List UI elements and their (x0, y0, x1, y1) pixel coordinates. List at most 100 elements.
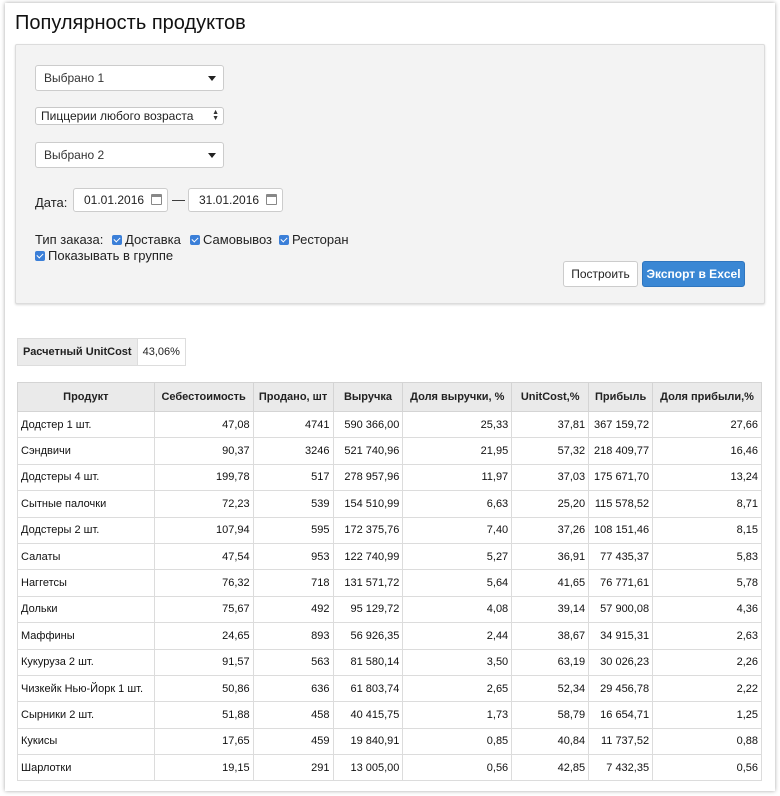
checkbox-checked-icon[interactable] (112, 234, 122, 245)
table-row: Дольки 75,67 492 95 129,72 4,08 39,14 57 900,0… (17, 595, 762, 624)
revenue-cell: 131 571,72 (332, 569, 404, 597)
sold-cell: 517 (252, 463, 334, 492)
column-header-revenue-share[interactable]: Доля выручки, % (402, 382, 513, 412)
unitcost-label: Расчетный UnitCost (18, 339, 138, 365)
revenue-share-cell: 0,56 (402, 754, 513, 782)
profit-cell: 175 671,70 (588, 463, 654, 492)
revenue-cell: 278 957,96 (332, 463, 404, 492)
cost-cell: 17,65 (153, 727, 254, 756)
table-row: Додстеры 4 шт. 199,78 517 278 957,96 11,97 37… (17, 463, 762, 492)
cost-cell: 51,88 (153, 701, 254, 729)
revenue-cell: 81 580,14 (332, 648, 404, 676)
date-to-value: 31.01.2016 (199, 193, 260, 207)
revenue-share-cell: 2,44 (402, 622, 513, 650)
cost-cell: 19,15 (153, 754, 254, 782)
profit-cell: 11 737,52 (588, 727, 654, 756)
profit-cell: 76 771,61 (588, 569, 654, 597)
cost-cell: 90,37 (153, 437, 254, 465)
unitcost-cell: 57,32 (511, 437, 590, 465)
checkbox-pickup-label: Самовывоз (203, 232, 272, 247)
table-row: Кукисы 17,65 459 19 840,91 0,85 40,84 11 737,5… (17, 727, 762, 756)
product-name-cell: Маффины (17, 622, 155, 650)
sold-cell: 458 (252, 701, 334, 729)
revenue-share-cell: 5,27 (402, 542, 513, 571)
product-name-cell: Сэндвичи (17, 437, 155, 465)
table-row: Наггетсы 76,32 718 131 571,72 5,64 41,65 76 77… (17, 569, 762, 597)
calendar-icon[interactable] (151, 194, 162, 205)
unitcost-cell: 42,85 (511, 754, 590, 782)
profit-cell: 30 026,23 (588, 648, 654, 676)
product-name-cell: Додстеры 2 шт. (17, 516, 155, 544)
unitcost-cell: 37,03 (511, 463, 590, 492)
cost-cell: 72,23 (153, 490, 254, 518)
checkbox-restaurant-label: Ресторан (292, 232, 349, 247)
profit-share-cell: 4,36 (652, 595, 762, 624)
checkbox-delivery[interactable]: Доставка (112, 232, 181, 247)
date-from-input[interactable]: 01.01.2016 (73, 188, 168, 212)
cost-cell: 75,67 (153, 595, 254, 624)
profit-share-cell: 2,26 (652, 648, 762, 676)
calendar-icon[interactable] (266, 194, 277, 205)
product-name-cell: Додстер 1 шт. (17, 410, 155, 439)
unitcost-cell: 39,14 (511, 595, 590, 624)
checkbox-show-in-group[interactable]: Показывать в группе (35, 248, 173, 263)
sold-cell: 563 (252, 648, 334, 676)
select-1-dropdown[interactable]: Выбрано 1 (35, 65, 224, 91)
cost-cell: 91,57 (153, 648, 254, 676)
column-header-cost[interactable]: Себестоимость (153, 382, 254, 412)
revenue-share-cell: 0,85 (402, 727, 513, 756)
revenue-cell: 61 803,74 (332, 674, 404, 703)
column-header-product[interactable]: Продукт (17, 382, 155, 412)
profit-share-cell: 13,24 (652, 463, 762, 492)
column-header-profit-share[interactable]: Доля прибыли,% (652, 382, 762, 412)
sold-cell: 492 (252, 595, 334, 624)
order-type-label: Тип заказа: (35, 232, 104, 247)
sold-cell: 459 (252, 727, 334, 756)
profit-cell: 367 159,72 (588, 410, 654, 439)
profit-cell: 29 456,78 (588, 674, 654, 703)
checkbox-checked-icon[interactable] (190, 234, 200, 245)
cost-cell: 76,32 (153, 569, 254, 597)
checkbox-restaurant[interactable]: Ресторан (279, 232, 349, 247)
unitcost-summary: Расчетный UnitCost 43,06% (17, 338, 186, 366)
table-row: Сырники 2 шт. 51,88 458 40 415,75 1,73 58,79 1… (17, 701, 762, 729)
table-row: Кукуруза 2 шт. 91,57 563 81 580,14 3,50 63,19… (17, 648, 762, 676)
build-button[interactable]: Построить (563, 261, 638, 287)
profit-share-cell: 0,88 (652, 727, 762, 756)
column-header-sold[interactable]: Продано, шт (252, 382, 334, 412)
checkbox-checked-icon[interactable] (35, 250, 45, 261)
revenue-cell: 122 740,99 (332, 542, 404, 571)
profit-share-cell: 1,25 (652, 701, 762, 729)
date-to-input[interactable]: 31.01.2016 (188, 188, 283, 212)
revenue-cell: 154 510,99 (332, 490, 404, 518)
revenue-share-cell: 21,95 (402, 437, 513, 465)
revenue-share-cell: 2,65 (402, 674, 513, 703)
revenue-share-cell: 6,63 (402, 490, 513, 518)
revenue-cell: 521 740,96 (332, 437, 404, 465)
table-row: Додстеры 2 шт. 107,94 595 172 375,76 7,40 37,… (17, 516, 762, 544)
select-2-value: Выбрано 2 (44, 148, 105, 162)
product-name-cell: Сырники 2 шт. (17, 701, 155, 729)
select-2-dropdown[interactable]: Выбрано 2 (35, 142, 224, 168)
profit-share-cell: 2,63 (652, 622, 762, 650)
column-header-revenue[interactable]: Выручка (332, 382, 404, 412)
updown-arrows-icon: ▲ ▼ (212, 109, 219, 122)
profit-share-cell: 5,78 (652, 569, 762, 597)
product-name-cell: Наггетсы (17, 569, 155, 597)
sold-cell: 595 (252, 516, 334, 544)
checkbox-checked-icon[interactable] (279, 234, 289, 245)
product-name-cell: Кукисы (17, 727, 155, 756)
table-row: Шарлотки 19,15 291 13 005,00 0,56 42,85 7 432,… (17, 754, 762, 782)
chevron-down-icon (208, 76, 216, 81)
pizzeria-select[interactable]: Пиццерии любого возраста ▲ ▼ (35, 107, 224, 125)
revenue-cell: 19 840,91 (332, 727, 404, 756)
column-header-profit[interactable]: Прибыль (588, 382, 654, 412)
unitcost-cell: 25,20 (511, 490, 590, 518)
unitcost-cell: 37,26 (511, 516, 590, 544)
product-name-cell: Кукуруза 2 шт. (17, 648, 155, 676)
checkbox-pickup[interactable]: Самовывоз (190, 232, 272, 247)
sold-cell: 953 (252, 542, 334, 571)
export-excel-button[interactable]: Экспорт в Excel (642, 261, 745, 287)
product-name-cell: Додстеры 4 шт. (17, 463, 155, 492)
column-header-unitcost[interactable]: UnitCost,% (511, 382, 590, 412)
